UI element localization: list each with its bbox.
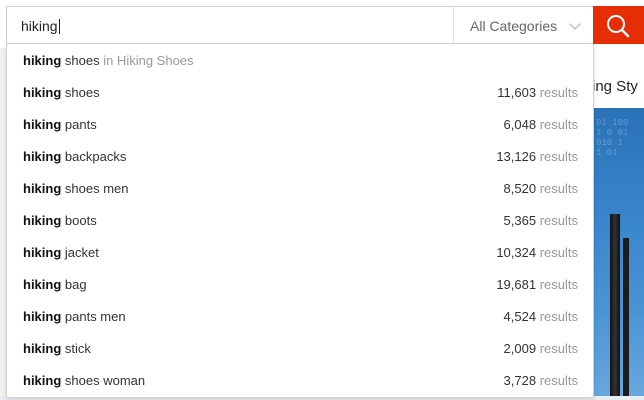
suggestion-scope: in Hiking Shoes: [99, 53, 194, 68]
suggestion-rest: stick: [61, 341, 91, 356]
suggestion-rest: boots: [61, 213, 97, 228]
suggestion-item[interactable]: hiking stick 2,009 results: [7, 332, 593, 364]
search-bar: hiking All Categories: [6, 6, 644, 44]
suggestion-keyword: hiking: [23, 373, 62, 388]
result-count: 8,520: [503, 181, 537, 196]
result-unit: results: [539, 117, 578, 132]
suggestion-item[interactable]: hiking pants 6,048 results: [7, 108, 593, 140]
suggestion-rest: shoes: [61, 53, 100, 68]
suggestion-item[interactable]: hiking pants men 4,524 results: [7, 300, 593, 332]
result-count: 3,728: [503, 373, 537, 388]
scoped-suggestion[interactable]: hiking shoes in Hiking Shoes: [7, 44, 593, 76]
suggestion-keyword: hiking: [23, 309, 62, 324]
suggestion-rest: shoes woman: [61, 373, 146, 388]
suggestion-rest: bag: [61, 277, 87, 292]
result-count: 19,681: [496, 277, 537, 292]
suggestion-item[interactable]: hiking bag 19,681 results: [7, 268, 593, 300]
suggestion-item[interactable]: hiking backpacks 13,126 results: [7, 140, 593, 172]
search-suggestions-dropdown: hiking shoes in Hiking Shoes hiking shoe…: [6, 44, 594, 398]
result-unit: results: [539, 277, 578, 292]
result-unit: results: [539, 373, 578, 388]
suggestion-keyword: hiking: [23, 149, 62, 164]
suggestion-rest: pants men: [61, 309, 126, 324]
suggestion-rest: shoes: [61, 85, 100, 100]
suggestion-item[interactable]: hiking shoes men 8,520 results: [7, 172, 593, 204]
suggestion-keyword: hiking: [23, 53, 62, 68]
suggestion-keyword: hiking: [23, 85, 62, 100]
banner-decoration: 01 100 1 0 01 010 11 01: [596, 118, 629, 158]
search-icon: [607, 15, 630, 38]
suggestion-keyword: hiking: [23, 245, 62, 260]
suggestion-keyword: hiking: [23, 341, 62, 356]
suggestion-rest: backpacks: [61, 149, 127, 164]
result-unit: results: [539, 245, 578, 260]
result-unit: results: [539, 309, 578, 324]
search-query-text: hiking: [21, 18, 58, 34]
suggestion-rest: jacket: [61, 245, 99, 260]
search-input[interactable]: hiking: [6, 6, 467, 44]
banner-tower-shape: [610, 214, 620, 400]
suggestion-keyword: hiking: [23, 213, 62, 228]
chevron-down-icon: [569, 18, 581, 30]
result-unit: results: [539, 149, 578, 164]
suggestion-item[interactable]: hiking shoes 11,603 results: [7, 76, 593, 108]
result-count: 2,009: [503, 341, 537, 356]
result-count: 11,603: [497, 85, 537, 100]
result-unit: results: [539, 85, 578, 100]
suggestion-keyword: hiking: [23, 181, 62, 196]
suggestion-item[interactable]: hiking jacket 10,324 results: [7, 236, 593, 268]
banner-tower-shape: [623, 238, 629, 400]
result-count: 4,524: [503, 309, 537, 324]
result-unit: results: [539, 341, 578, 356]
result-unit: results: [539, 213, 578, 228]
background-banner-image: 01 100 1 0 01 010 11 01: [592, 108, 644, 400]
suggestion-keyword: hiking: [23, 277, 62, 292]
category-select-label: All Categories: [470, 18, 558, 34]
suggestion-item[interactable]: hiking shoes woman 3,728 results: [7, 364, 593, 396]
search-button[interactable]: [593, 6, 644, 44]
result-unit: results: [539, 181, 578, 196]
category-select[interactable]: All Categories: [453, 6, 594, 44]
suggestion-item[interactable]: hiking boots 5,365 results: [7, 204, 593, 236]
result-count: 5,365: [503, 213, 537, 228]
result-count: 6,048: [503, 117, 537, 132]
result-count: 10,324: [496, 245, 537, 260]
suggestion-rest: shoes men: [61, 181, 129, 196]
text-cursor: [58, 19, 60, 34]
result-count: 13,126: [496, 149, 537, 164]
suggestion-rest: pants: [61, 117, 97, 132]
suggestion-keyword: hiking: [23, 117, 62, 132]
background-headline: ing Sty: [592, 78, 638, 95]
